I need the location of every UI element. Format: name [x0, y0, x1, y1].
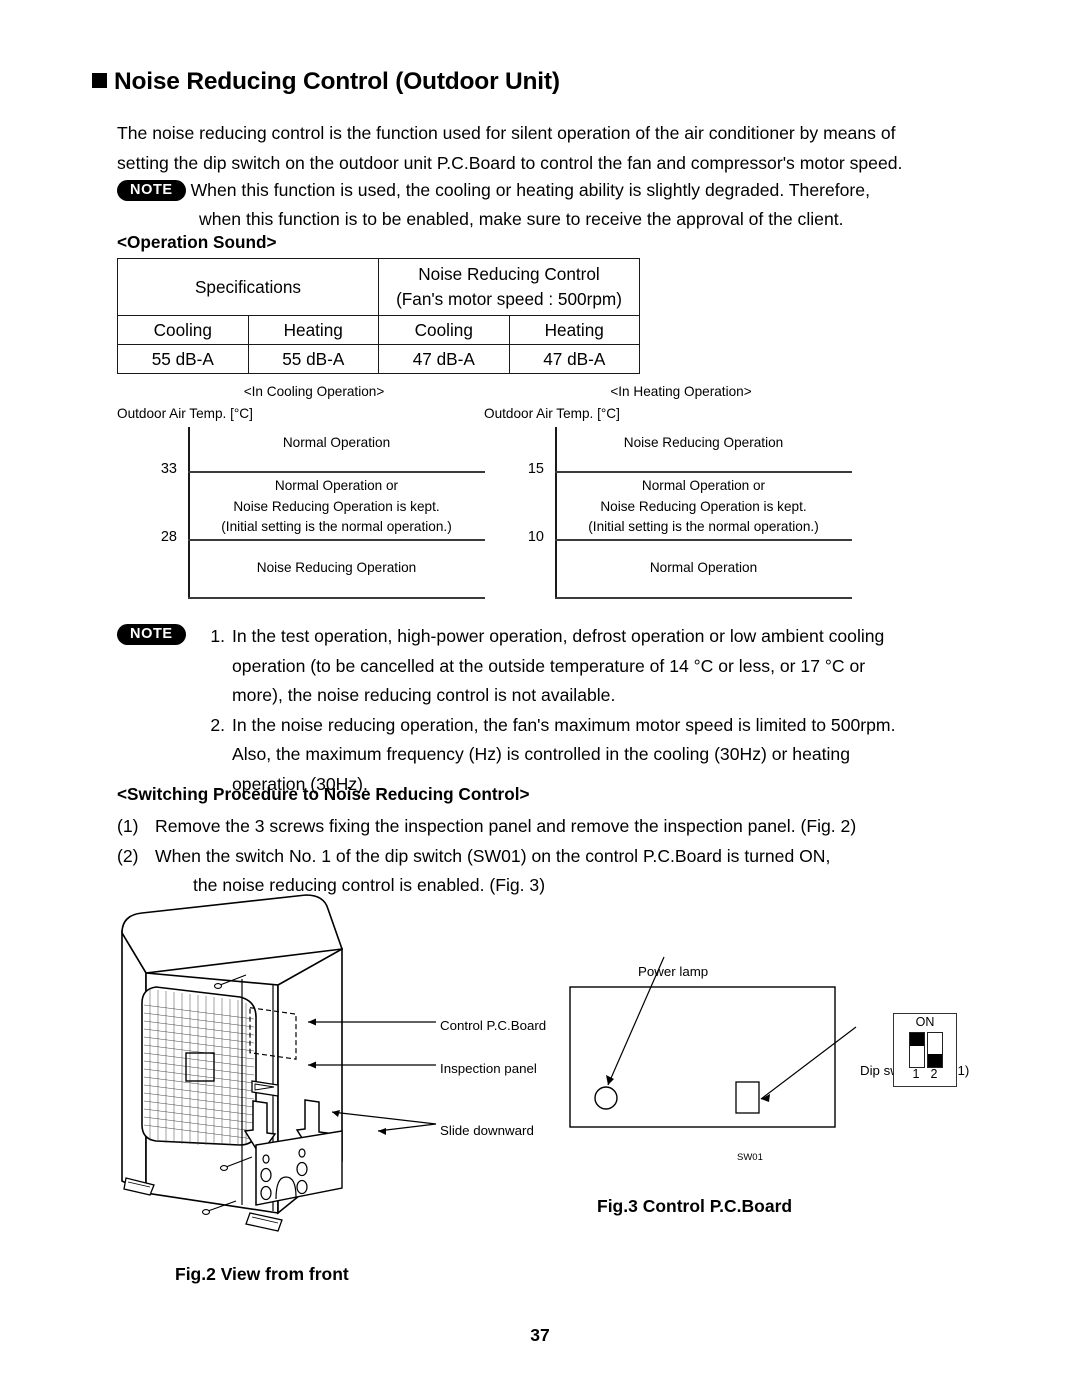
note-badge-2: NOTE	[117, 624, 186, 645]
note-block-top: NOTE When this function is used, the coo…	[117, 176, 957, 234]
fig2-leader-lines	[308, 1018, 437, 1135]
heating-operation-diagram: <In Heating Operation> Outdoor Air Temp.…	[484, 384, 854, 599]
procedure-item-1-text: Remove the 3 screws fixing the inspectio…	[155, 816, 857, 836]
heating-band-bottom: Normal Operation	[649, 560, 758, 575]
value-spec-cooling: 55 dB-A	[117, 344, 249, 374]
header-nrc-line1: Noise Reducing Control	[418, 264, 600, 284]
cooling-axis-label: Outdoor Air Temp. [°C]	[117, 406, 253, 421]
cooling-diagram-body: Normal Operation 33 Normal Operation or …	[117, 427, 487, 599]
heating-band-top: Noise Reducing Operation	[623, 435, 784, 450]
table-row-columns: Cooling Heating Cooling Heating	[117, 315, 640, 345]
heating-tick-15: 15	[527, 461, 544, 477]
column-nrc-heating: Heating	[508, 315, 640, 345]
cooling-tick-28: 28	[160, 529, 177, 545]
header-specifications: Specifications	[117, 258, 379, 316]
cooling-tick-33: 33	[160, 461, 177, 477]
label-inspection-panel: Inspection panel	[440, 1061, 537, 1076]
value-spec-heating: 55 dB-A	[247, 344, 379, 374]
note-item-2-number: 2.	[210, 714, 225, 735]
dip-switch-2-number: 2	[930, 1067, 938, 1081]
column-spec-heating: Heating	[247, 315, 379, 345]
switching-procedure-label: <Switching Procedure to Noise Reducing C…	[117, 784, 530, 804]
dip-switch-2-knob	[928, 1054, 942, 1067]
note-item-1-number: 1.	[210, 626, 225, 646]
dip-switch-1-number: 1	[912, 1067, 920, 1081]
dip-switch-2[interactable]	[927, 1032, 943, 1068]
value-nrc-cooling: 47 dB-A	[378, 344, 510, 374]
bullet-square-icon	[92, 73, 107, 88]
cooling-rule-bottom	[188, 597, 485, 599]
note-top-line2: when this function is to be enabled, mak…	[199, 209, 844, 229]
cooling-operation-diagram: <In Cooling Operation> Outdoor Air Temp.…	[117, 384, 487, 599]
note-item-2-line2: Also, the maximum frequency (Hz) is cont…	[232, 744, 851, 764]
heating-rule-bottom	[555, 597, 852, 599]
cooling-diagram-title: <In Cooling Operation>	[243, 384, 385, 399]
heating-axis-label: Outdoor Air Temp. [°C]	[484, 406, 620, 421]
fig3-caption: Fig.3 Control P.C.Board	[597, 1196, 793, 1216]
value-nrc-heating: 47 dB-A	[508, 344, 640, 374]
heating-diagram-body: Noise Reducing Operation 15 Normal Opera…	[484, 427, 854, 599]
page-number: 37	[530, 1325, 550, 1345]
intro-paragraph: The noise reducing control is the functi…	[117, 123, 903, 173]
label-slide-downward: Slide downward	[440, 1123, 534, 1138]
cooling-band-bottom: Noise Reducing Operation	[256, 560, 417, 575]
label-power-lamp: Power lamp	[638, 964, 709, 979]
heating-rule-15	[555, 471, 852, 473]
heating-rule-10	[555, 539, 852, 541]
heating-band-middle: Normal Operation or Noise Reducing Opera…	[588, 478, 819, 534]
cooling-band-middle: Normal Operation or Noise Reducing Opera…	[221, 478, 452, 534]
operation-sound-label: <Operation Sound>	[117, 232, 277, 252]
procedure-item-2: (2) When the switch No. 1 of the dip swi…	[117, 842, 997, 901]
column-nrc-cooling: Cooling	[378, 315, 510, 345]
procedure-item-1: (1) Remove the 3 screws fixing the inspe…	[117, 812, 997, 842]
procedure-item-2-line1: When the switch No. 1 of the dip switch …	[155, 845, 831, 866]
fig2-caption: Fig.2 View from front	[175, 1264, 349, 1284]
sw01-component	[735, 1081, 760, 1114]
heating-diagram-title: <In Heating Operation>	[610, 384, 752, 399]
note-block-numbered: NOTE 1. In the test operation, high-powe…	[117, 622, 977, 799]
note-item-1-line1: In the test operation, high-power operat…	[232, 626, 885, 646]
note-item-1-line2: operation (to be cancelled at the outsid…	[232, 655, 866, 676]
cooling-rule-28	[188, 539, 485, 541]
cooling-band-top: Normal Operation	[282, 435, 391, 450]
note-badge: NOTE	[117, 180, 186, 201]
table-row-values: 55 dB-A 55 dB-A 47 dB-A 47 dB-A	[117, 344, 640, 374]
procedure-item-1-marker: (1)	[117, 816, 139, 836]
cooling-rule-33	[188, 471, 485, 473]
dip-switch-on-label: ON	[915, 1015, 935, 1029]
page-title: Noise Reducing Control (Outdoor Unit)	[92, 68, 560, 96]
switching-procedure-list: (1) Remove the 3 screws fixing the inspe…	[117, 812, 997, 901]
header-nrc-line2: (Fan's motor speed : 500rpm)	[396, 289, 622, 309]
label-sw01: SW01	[737, 1152, 763, 1163]
note-item-1-line3: more), the noise reducing control is not…	[232, 685, 616, 705]
column-spec-cooling: Cooling	[117, 315, 249, 345]
dip-switch-graphic[interactable]: ON 1 2	[893, 1013, 957, 1087]
label-control-pcboard: Control P.C.Board	[440, 1018, 547, 1033]
note-top-line1: When this function is used, the cooling …	[190, 180, 870, 200]
procedure-item-2-marker: (2)	[117, 845, 139, 866]
dip-switch-1-knob	[910, 1033, 924, 1046]
fig3-control-pcboard-illustration	[560, 955, 860, 1145]
page-title-text: Noise Reducing Control (Outdoor Unit)	[114, 68, 560, 95]
power-lamp-circle	[594, 1086, 618, 1110]
table-row-header: Specifications Noise Reducing Control (F…	[117, 258, 640, 316]
heating-tick-10: 10	[527, 529, 544, 545]
header-noise-reducing-control: Noise Reducing Control (Fan's motor spee…	[378, 258, 640, 316]
operation-sound-table: Specifications Noise Reducing Control (F…	[117, 258, 640, 374]
note-item-2-line1: In the noise reducing operation, the fan…	[232, 714, 896, 735]
dip-switch-1[interactable]	[909, 1032, 925, 1068]
note-item-1: NOTE 1. In the test operation, high-powe…	[117, 622, 977, 711]
